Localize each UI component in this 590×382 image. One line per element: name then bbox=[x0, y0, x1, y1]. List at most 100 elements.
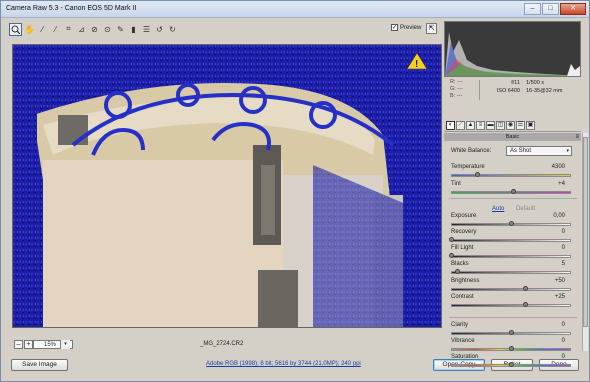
slider-thumb[interactable] bbox=[509, 346, 514, 351]
slider-value[interactable]: 0 bbox=[562, 338, 565, 344]
slider-track[interactable] bbox=[451, 271, 571, 274]
zoom-out-button[interactable]: – bbox=[14, 340, 23, 349]
zoom-in-button[interactable]: + bbox=[24, 340, 33, 349]
default-link[interactable]: Default bbox=[516, 206, 535, 212]
color-sampler-tool-icon[interactable]: ⁄ bbox=[50, 24, 61, 35]
slider-value[interactable]: 0 bbox=[562, 322, 565, 328]
maximize-button[interactable]: □ bbox=[542, 3, 559, 15]
adjustment-brush-tool-icon[interactable]: ✎ bbox=[115, 24, 126, 35]
slider-temperature[interactable]: Temperature 4300 bbox=[451, 164, 573, 179]
photo-preview-render: ! bbox=[13, 45, 441, 327]
hsl-tab-icon[interactable]: ≡ bbox=[476, 121, 485, 130]
split-toning-tab-icon[interactable]: ▬ bbox=[486, 121, 495, 130]
slider-value[interactable]: 4300 bbox=[552, 164, 565, 170]
presets-tab-icon[interactable]: ☰ bbox=[516, 121, 525, 130]
file-name: _MG_2724.CR2 bbox=[200, 341, 244, 347]
divider bbox=[449, 317, 577, 318]
panel-header: Basic ≡ bbox=[444, 133, 581, 141]
white-balance-tool-icon[interactable]: ⁄ bbox=[37, 24, 48, 35]
panel-scrollbar[interactable] bbox=[582, 133, 588, 351]
preview-checkbox[interactable]: ✓ bbox=[391, 24, 398, 31]
histogram-graph bbox=[445, 32, 580, 76]
scrollbar-thumb[interactable] bbox=[583, 137, 588, 327]
r-value: R: --- bbox=[450, 79, 463, 85]
window-controls: – □ ✕ bbox=[524, 3, 586, 15]
auto-link[interactable]: Auto bbox=[492, 206, 504, 212]
basic-panel: White Balance: As Shot ▾ Auto Default Te… bbox=[444, 142, 581, 367]
readout-area: R: --- G: --- B: --- f/11 1/500 s ISO 640… bbox=[444, 79, 581, 117]
slider-fill-light[interactable]: Fill Light 0 bbox=[449, 245, 573, 260]
slider-contrast[interactable]: Contrast +25 bbox=[451, 294, 573, 309]
crop-tool-icon[interactable]: ⌗ bbox=[63, 24, 74, 35]
slider-tint[interactable]: Tint +4 bbox=[451, 181, 573, 196]
slider-label: Vibrance bbox=[451, 338, 475, 344]
slider-value[interactable]: +50 bbox=[555, 278, 565, 284]
window-title: Camera Raw 5.3 - Canon EOS 5D Mark II bbox=[6, 5, 137, 12]
slider-value[interactable]: 5 bbox=[562, 261, 565, 267]
slider-value[interactable]: 0 bbox=[562, 354, 565, 360]
slider-value[interactable]: 0 bbox=[562, 245, 565, 251]
slider-vibrance[interactable]: Vibrance 0 bbox=[451, 338, 573, 353]
slider-thumb[interactable] bbox=[455, 269, 460, 274]
slider-label: Clarity bbox=[451, 322, 469, 328]
slider-label: Tint bbox=[451, 181, 461, 187]
slider-thumb[interactable] bbox=[509, 362, 514, 367]
camera-calibration-tab-icon[interactable]: ◉ bbox=[506, 121, 515, 130]
preview-toggle[interactable]: ✓ Preview bbox=[391, 24, 421, 31]
zoom-tool-icon[interactable] bbox=[9, 22, 22, 36]
shutter-speed: 1/500 s bbox=[526, 80, 545, 86]
camera-raw-window: Camera Raw 5.3 - Canon EOS 5D Mark II – … bbox=[0, 0, 590, 382]
slider-thumb[interactable] bbox=[509, 330, 514, 335]
hand-tool-icon[interactable]: ✋ bbox=[24, 24, 35, 35]
close-button[interactable]: ✕ bbox=[560, 3, 586, 15]
slider-value[interactable]: 0 bbox=[562, 229, 565, 235]
slider-brightness[interactable]: Brightness +50 bbox=[451, 278, 573, 293]
lens-corrections-tab-icon[interactable]: ◫ bbox=[496, 121, 505, 130]
save-image-button[interactable]: Save Image bbox=[11, 359, 68, 371]
slider-thumb[interactable] bbox=[449, 237, 454, 242]
exif-info: f/11 1/500 s ISO 6400 16-35@32 mm bbox=[488, 79, 563, 95]
detail-tab-icon[interactable]: ▲ bbox=[466, 121, 475, 130]
preview-label: Preview bbox=[400, 24, 422, 31]
slider-label: Fill Light bbox=[451, 245, 474, 251]
minimize-button[interactable]: – bbox=[524, 3, 541, 15]
slider-track[interactable] bbox=[451, 288, 571, 291]
g-value: G: --- bbox=[450, 86, 463, 92]
workflow-options-link[interactable]: Adobe RGB (1998); 8 bit; 5616 by 3744 (2… bbox=[206, 361, 361, 367]
iso: ISO 6400 bbox=[496, 88, 520, 94]
image-preview[interactable]: ! bbox=[12, 44, 442, 328]
graduated-filter-tool-icon[interactable]: ▮ bbox=[128, 24, 139, 35]
straighten-tool-icon[interactable]: ⊿ bbox=[76, 24, 87, 35]
slider-saturation[interactable]: Saturation 0 bbox=[451, 354, 573, 369]
slider-thumb[interactable] bbox=[449, 253, 454, 258]
tone-curve-tab-icon[interactable]: ⟋ bbox=[456, 121, 465, 130]
spot-removal-tool-icon[interactable]: ⊘ bbox=[89, 24, 100, 35]
slider-label: Exposure bbox=[451, 213, 477, 219]
panel-menu-icon[interactable]: ≡ bbox=[575, 133, 579, 141]
slider-track[interactable] bbox=[451, 304, 571, 307]
slider-track[interactable] bbox=[451, 174, 571, 177]
slider-label: Contrast bbox=[451, 294, 474, 300]
fullscreen-toggle-icon[interactable]: ⇱ bbox=[426, 23, 437, 34]
slider-value[interactable]: +25 bbox=[555, 294, 565, 300]
snapshots-tab-icon[interactable]: ▣ bbox=[526, 121, 535, 130]
slider-thumb[interactable] bbox=[509, 221, 514, 226]
rgb-readout: R: --- G: --- B: --- bbox=[450, 79, 463, 100]
white-balance-select[interactable]: As Shot ▾ bbox=[506, 146, 572, 156]
slider-track[interactable] bbox=[451, 239, 571, 242]
slider-blacks[interactable]: Blacks 5 bbox=[451, 261, 573, 276]
zoom-dropdown-icon[interactable]: ▾ bbox=[60, 340, 70, 349]
slider-recovery[interactable]: Recovery 0 bbox=[449, 229, 573, 244]
adjustment-panel: R: --- G: --- B: --- f/11 1/500 s ISO 640… bbox=[444, 21, 582, 367]
basic-tab-icon[interactable]: ◐ bbox=[446, 121, 455, 130]
slider-track[interactable] bbox=[451, 255, 571, 258]
slider-value[interactable]: 0,00 bbox=[553, 213, 565, 219]
slider-value[interactable]: +4 bbox=[558, 181, 565, 187]
rotate-ccw-icon[interactable]: ↺ bbox=[154, 24, 165, 35]
slider-clarity[interactable]: Clarity 0 bbox=[451, 322, 573, 337]
divider bbox=[449, 198, 577, 199]
preferences-tool-icon[interactable]: ☰ bbox=[141, 24, 152, 35]
red-eye-tool-icon[interactable]: ⊙ bbox=[102, 24, 113, 35]
rotate-cw-icon[interactable]: ↻ bbox=[167, 24, 178, 35]
slider-exposure[interactable]: Exposure 0,00 bbox=[451, 213, 573, 228]
